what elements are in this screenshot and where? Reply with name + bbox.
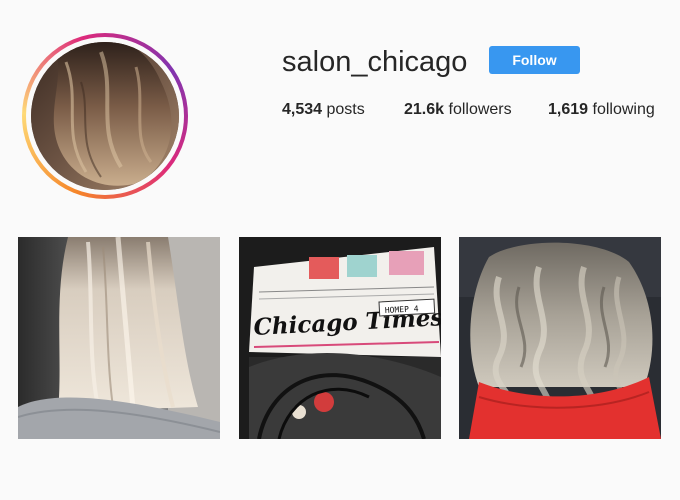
blonde-hair-photo xyxy=(18,237,220,439)
stat-following[interactable]: 1,619 following xyxy=(548,100,655,120)
silver-wavy-hair-photo xyxy=(459,237,661,439)
newspaper-photo: Chicago Times НОМЕР 4 xyxy=(239,237,441,439)
stat-followers[interactable]: 21.6k followers xyxy=(404,100,512,120)
stat-posts: 4,534 posts xyxy=(282,100,365,120)
post-tile[interactable] xyxy=(18,237,220,439)
profile-username: salon_chicago xyxy=(282,46,468,78)
story-ring[interactable] xyxy=(22,33,188,199)
posts-count: 4,534 xyxy=(282,101,323,118)
avatar-hair-photo xyxy=(31,42,179,190)
follow-button[interactable]: Follow xyxy=(489,46,580,74)
following-count: 1,619 xyxy=(548,101,589,118)
followers-label: followers xyxy=(448,101,512,118)
avatar[interactable] xyxy=(31,42,179,190)
post-tile[interactable] xyxy=(459,237,661,439)
newspaper-issue: НОМЕР 4 xyxy=(385,304,419,315)
posts-label: posts xyxy=(326,101,365,118)
post-tile[interactable]: Chicago Times НОМЕР 4 xyxy=(239,237,441,439)
following-label: following xyxy=(592,101,655,118)
profile-page: salon_chicago Follow 4,534 posts 21.6k f… xyxy=(0,0,680,500)
followers-count: 21.6k xyxy=(404,101,445,118)
